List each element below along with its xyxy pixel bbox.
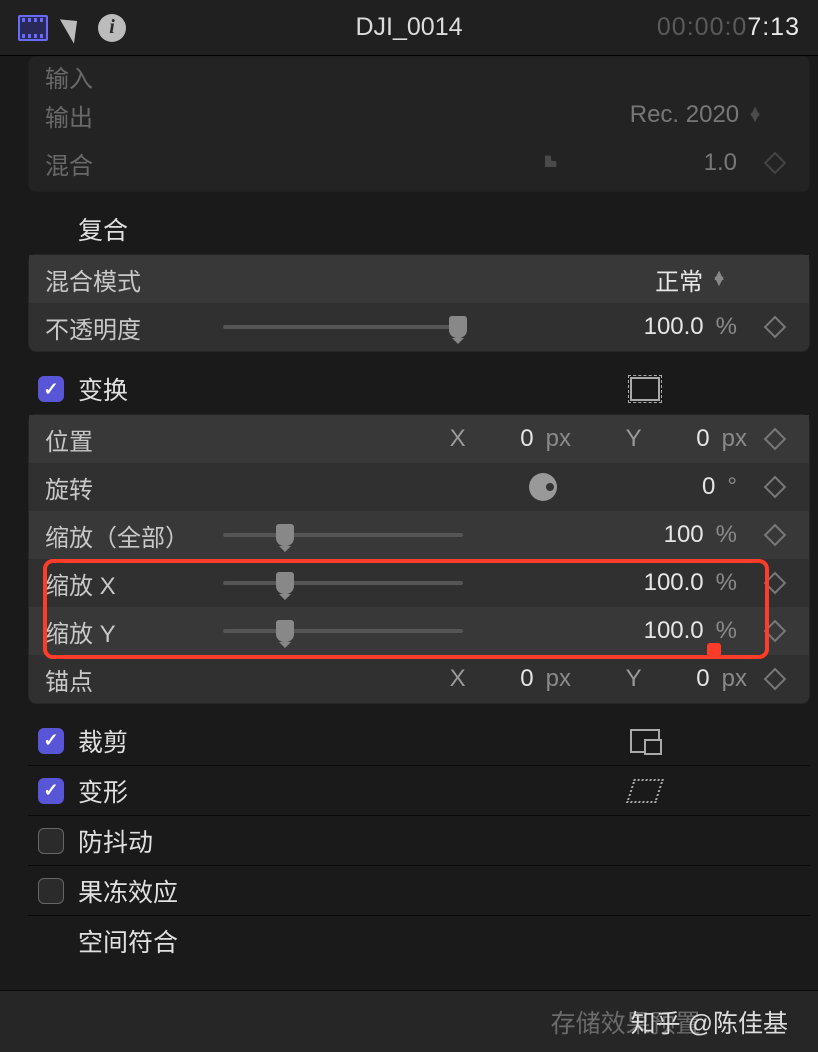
video-tab-icon[interactable] [60,12,86,43]
transform-checkbox[interactable] [38,376,64,402]
keyframe-icon[interactable] [764,668,787,691]
input-label: 输入 [45,61,215,91]
output-label: 输出 [45,98,215,133]
keyframe-icon[interactable] [764,316,787,339]
timecode-display: 00:00:07:13 [657,13,800,42]
anchor-x-value[interactable]: 0 [474,665,534,693]
rolling-checkbox[interactable] [38,878,64,904]
inspector-header: i DJI_0014 00:00:07:13 [0,0,818,56]
output-select[interactable]: Rec. 2020 ▲▼ [630,101,763,129]
opacity-label: 不透明度 [45,310,215,345]
crop-checkbox[interactable] [38,728,64,754]
anchor-y-value[interactable]: 0 [650,665,710,693]
stabilize-checkbox[interactable] [38,828,64,854]
rolling-title: 果冻效应 [78,873,178,909]
scale-all-value[interactable]: 100 [644,521,704,549]
scale-x-value[interactable]: 100.0 [644,569,704,597]
keyframe-icon[interactable] [764,428,787,451]
distort-icon[interactable] [630,779,660,803]
keyframe-icon[interactable] [764,620,787,643]
blend-mode-label: 混合模式 [45,262,215,297]
opacity-slider[interactable] [223,325,463,329]
crop-icon[interactable] [630,729,660,753]
footer-bar: 存储效果预置 知乎 @陈佳基 [0,990,818,1052]
color-space-card: 输入 输出 Rec. 2020 ▲▼ 混合 1.0 [28,56,810,192]
scale-all-label: 缩放（全部） [45,518,215,553]
scale-y-slider[interactable] [223,629,463,633]
distort-checkbox[interactable] [38,778,64,804]
opacity-value[interactable]: 100.0 [644,313,704,341]
rotation-value[interactable]: 0 [655,473,715,501]
stabilize-title: 防抖动 [78,823,153,859]
crop-title: 裁剪 [78,723,128,759]
keyframe-icon[interactable] [764,476,787,499]
scale-x-slider[interactable] [223,581,463,585]
watermark-text: 知乎 @陈佳基 [631,1004,788,1040]
keyframe-icon[interactable] [764,152,787,175]
position-label: 位置 [45,422,215,457]
composite-title: 复合 [78,211,128,247]
keyframe-icon[interactable] [764,572,787,595]
blend-label: 混合 [45,146,215,181]
spatial-title: 空间符合 [78,923,178,959]
blend-value[interactable]: 1.0 [677,149,737,177]
rotation-label: 旋转 [45,470,215,505]
pos-x-value[interactable]: 0 [474,425,534,453]
rotation-dial[interactable] [529,473,557,501]
scale-x-label: 缩放 X [45,566,215,601]
anchor-label: 锚点 [45,662,215,697]
pos-y-value[interactable]: 0 [650,425,710,453]
transform-card: 位置 X 0 px Y 0 px 旋转 0 ° [28,414,810,704]
scale-y-value[interactable]: 100.0 [644,617,704,645]
keyframe-icon[interactable] [764,524,787,547]
clip-tab-icon[interactable] [18,15,48,41]
composite-card: 混合模式 正常 ▲▼ 不透明度 100.0 % [28,254,810,352]
highlight-dot [707,643,721,657]
transform-title: 变换 [78,371,128,407]
heart-icon [538,152,561,175]
distort-title: 变形 [78,773,128,809]
scale-y-label: 缩放 Y [45,614,215,649]
scale-all-slider[interactable] [223,533,463,537]
info-tab-icon[interactable]: i [98,14,126,42]
transform-icon[interactable] [630,377,660,401]
blend-mode-select[interactable]: 正常 ▲▼ [655,262,727,297]
